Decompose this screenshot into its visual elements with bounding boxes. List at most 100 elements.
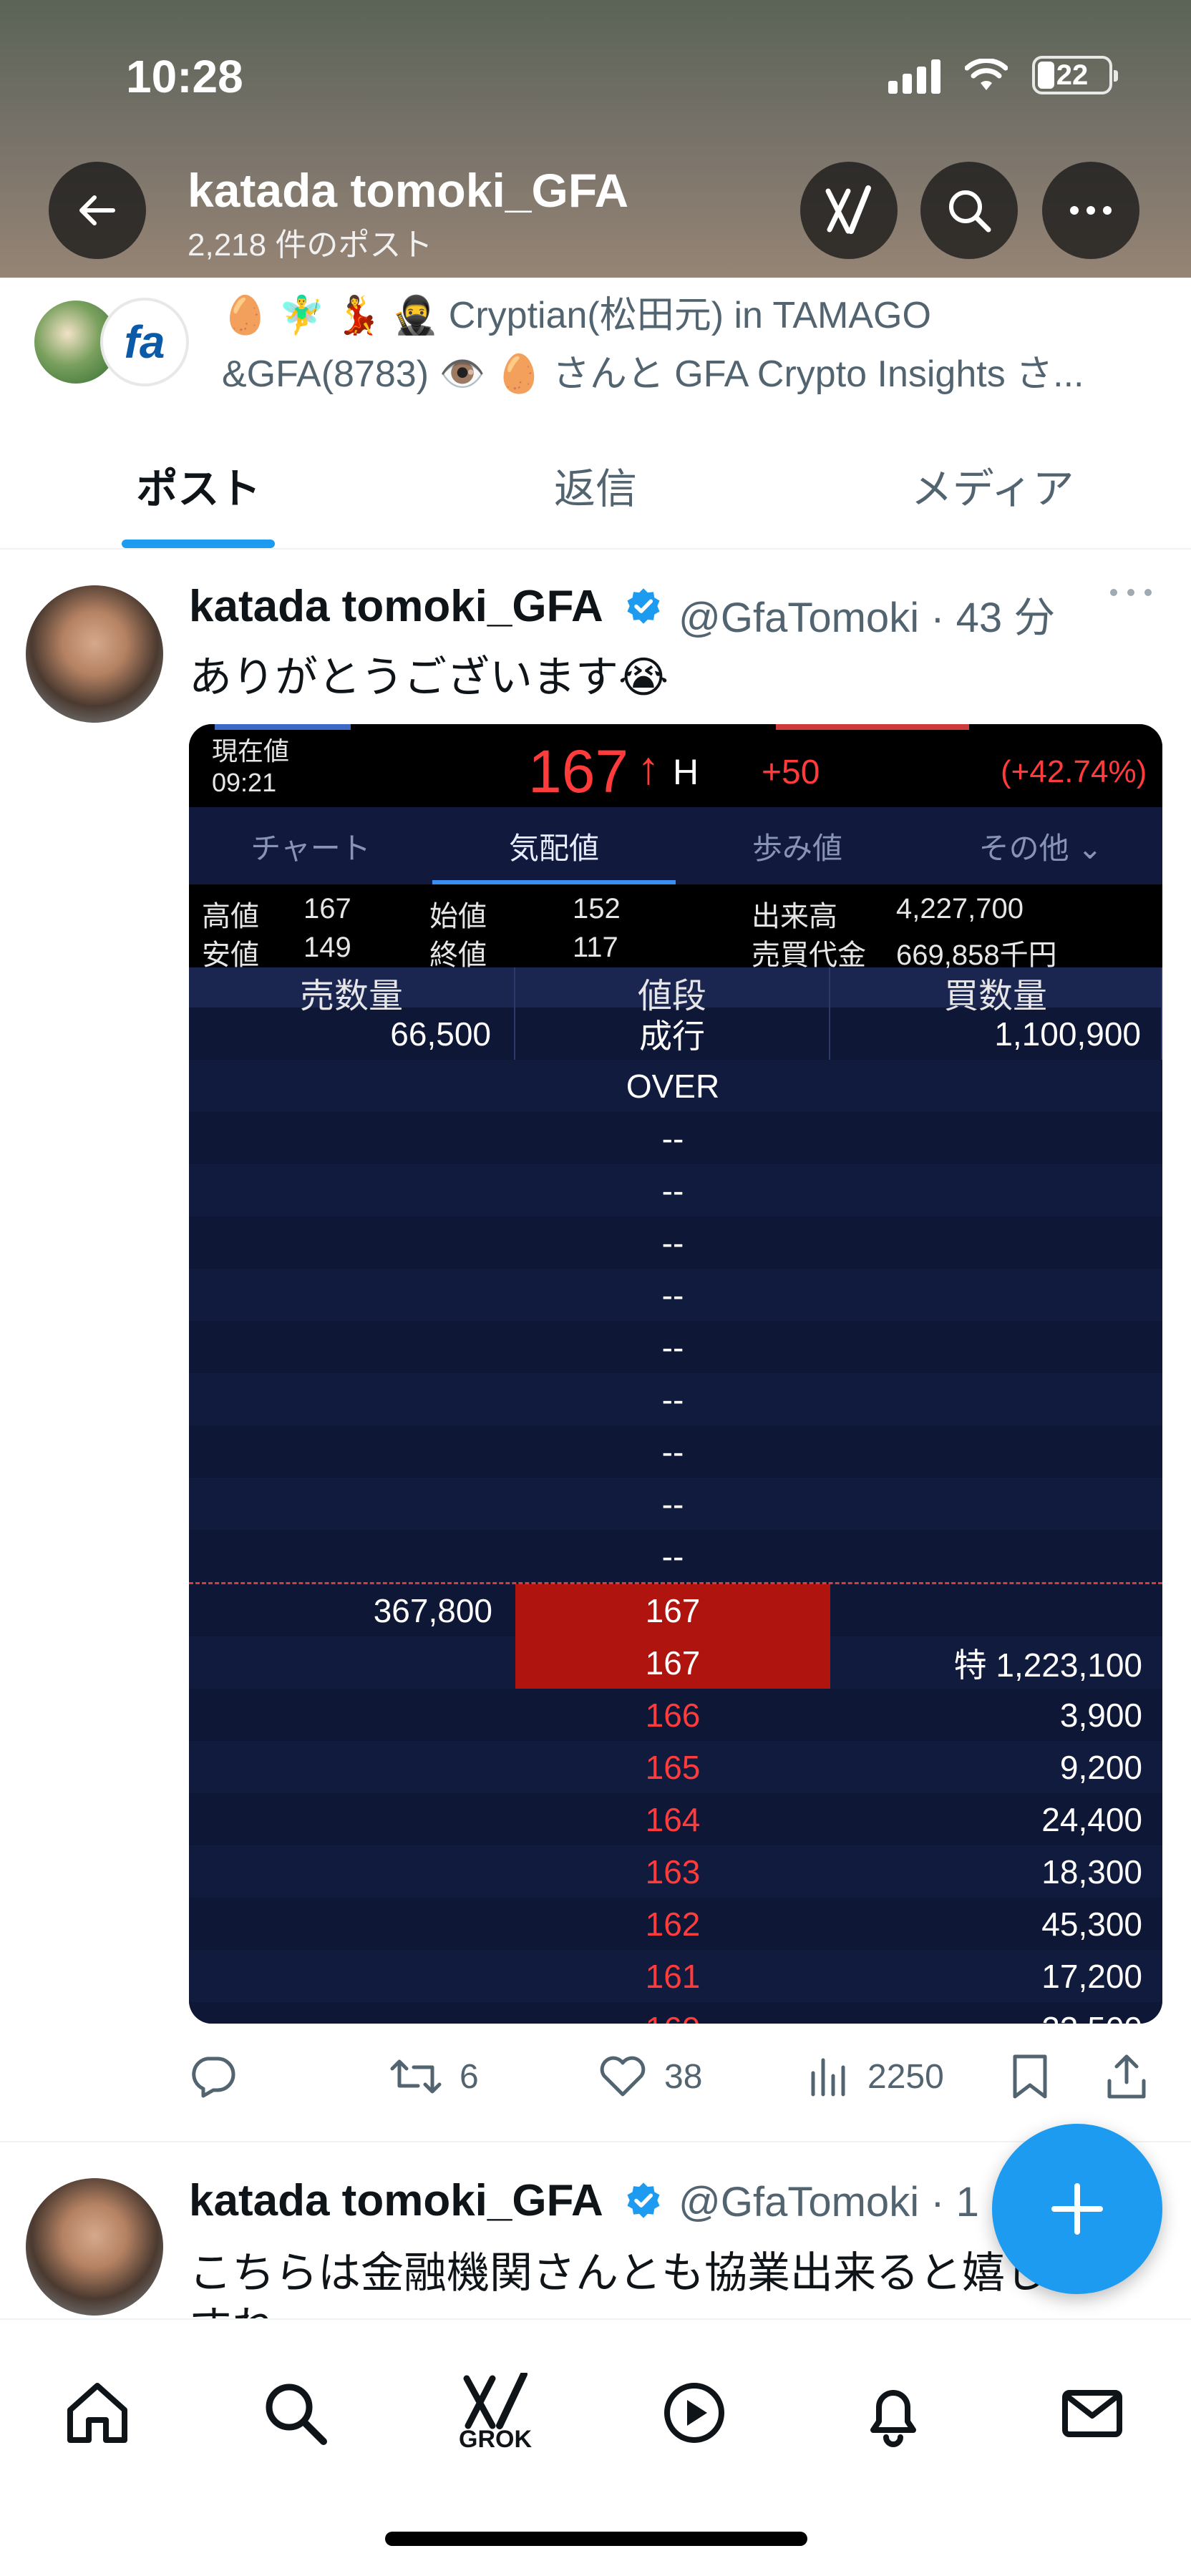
sell-qty	[189, 2002, 515, 2024]
grok-button[interactable]	[800, 162, 898, 259]
battery-level: 22	[1056, 59, 1089, 91]
order-book-row: --	[189, 1164, 1162, 1216]
tab-replies[interactable]: 返信	[397, 422, 794, 548]
buy-qty	[830, 1164, 1162, 1216]
reply-button[interactable]	[189, 2041, 236, 2112]
view-count: 2250	[867, 2057, 944, 2096]
nav-messages[interactable]	[1042, 2363, 1142, 2463]
home-icon	[67, 2383, 127, 2443]
nav-search[interactable]	[245, 2363, 345, 2463]
post-handle[interactable]: @GfaTomoki · 1	[679, 2178, 979, 2226]
tab-posts[interactable]: ポスト	[0, 422, 397, 548]
post-author[interactable]: katada tomoki_GFA	[189, 581, 669, 632]
video-icon	[664, 2383, 724, 2443]
order-book-rows: 66,500 成行 1,100,900 OVER -- -- -- -- -- -- -- -- -- 3…	[189, 1008, 1162, 2024]
order-book-row: --	[189, 1373, 1162, 1425]
sell-qty	[189, 1373, 515, 1425]
post-avatar[interactable]	[26, 2178, 163, 2316]
price-level: 167	[515, 1636, 830, 1689]
views-button[interactable]: 2250	[807, 2041, 944, 2112]
order-book-row: --	[189, 1269, 1162, 1321]
quote-tab-chart: チャート	[251, 831, 371, 865]
repost-button[interactable]: 6	[389, 2041, 479, 2112]
post-image-order-book[interactable]: 現在値 09:21 167 ↑ H +50 (+42.74%) チャート 気配値…	[189, 724, 1162, 2024]
verified-badge-icon	[627, 588, 660, 624]
post-text-line2: すね	[189, 2293, 275, 2318]
price-level: --	[661, 1224, 684, 1262]
buy-qty	[830, 1584, 1162, 1636]
like-button[interactable]: 38	[598, 2041, 702, 2112]
quote-tab-board: 気配値	[432, 807, 676, 884]
order-book-row: --	[189, 1216, 1162, 1269]
home-indicator	[385, 2532, 807, 2546]
sell-qty	[189, 1164, 515, 1216]
price-level: --	[661, 1380, 684, 1418]
tab-media[interactable]: メディア	[794, 422, 1191, 548]
buy-qty: 3,900	[1059, 1696, 1142, 1734]
price-level: 163	[645, 1853, 701, 1890]
nav-home[interactable]	[47, 2363, 147, 2463]
plus-icon	[1051, 2183, 1103, 2235]
sell-qty	[189, 1425, 515, 1478]
buy-qty: 17,200	[1041, 1957, 1142, 1995]
buy-qty: 9,200	[1059, 1748, 1142, 1786]
bookmark-button[interactable]	[1011, 2041, 1049, 2112]
reply-icon	[192, 2057, 235, 2098]
buy-qty	[830, 1321, 1162, 1373]
bookmark-icon	[1013, 2054, 1047, 2099]
price-level: --	[661, 1537, 684, 1575]
price-level: 161	[645, 1957, 701, 1995]
nav-video[interactable]	[644, 2363, 744, 2463]
price-level: 165	[645, 1748, 701, 1786]
order-book-row: 163 18,300	[189, 1845, 1162, 1898]
post-more-button[interactable]	[1108, 585, 1154, 603]
price-level: --	[661, 1433, 684, 1470]
sell-qty	[189, 1321, 515, 1373]
buy-qty	[830, 1112, 1162, 1164]
price-level: 160	[515, 2002, 830, 2024]
post-time: · 43 分	[930, 595, 1056, 641]
repost-count: 6	[460, 2057, 479, 2096]
sell-qty	[189, 1060, 515, 1112]
nav-grok[interactable]: GROK	[445, 2363, 545, 2463]
order-book-row: 66,500 成行 1,100,900	[189, 1008, 1162, 1060]
verified-badge-icon	[627, 2182, 660, 2218]
sell-qty	[189, 1530, 515, 1582]
sell-qty: 66,500	[189, 1008, 515, 1060]
buy-qty: 特 1,223,100	[953, 1646, 1142, 1684]
buy-qty	[830, 1425, 1162, 1478]
post-divider	[0, 2141, 1191, 2142]
price-level: --	[661, 1119, 684, 1157]
buy-qty	[830, 1530, 1162, 1582]
buy-qty: 24,400	[1041, 1800, 1142, 1838]
grok-icon	[825, 185, 871, 234]
price-level: --	[661, 1171, 684, 1209]
more-button[interactable]	[1042, 162, 1139, 259]
price-level: --	[661, 1485, 684, 1523]
buy-qty	[830, 1373, 1162, 1425]
sell-qty	[189, 1112, 515, 1164]
nav-notifications[interactable]	[843, 2363, 943, 2463]
quote-tab-ticks: 歩み値	[752, 831, 842, 865]
price-level: 162	[645, 1905, 701, 1943]
followers-text: 🥚 🧚‍♂️ 💃 🥷 Cryptian(松田元) in TAMAGO &GFA(…	[222, 295, 1084, 395]
followers-you-know[interactable]: fa 🥚 🧚‍♂️ 💃 🥷 Cryptian(松田元) in TAMAGO &G…	[0, 278, 1191, 399]
price-level: 166	[645, 1696, 701, 1734]
sell-qty	[189, 1898, 515, 1950]
buy-qty: 45,300	[1041, 1905, 1142, 1943]
search-icon	[266, 2384, 327, 2445]
sell-qty	[189, 1269, 515, 1321]
share-button[interactable]	[1105, 2041, 1148, 2112]
sell-qty	[189, 1216, 515, 1269]
messages-icon	[1062, 2390, 1122, 2437]
compose-button[interactable]	[992, 2124, 1162, 2294]
back-button[interactable]	[49, 162, 146, 259]
order-book-row: 164 24,400	[189, 1793, 1162, 1845]
price-level: 167	[515, 1584, 830, 1636]
post-author[interactable]: katada tomoki_GFA	[189, 2175, 669, 2226]
order-book-row: 367,800 167	[189, 1584, 1162, 1636]
quote-tab-other: その他 ⌄	[978, 831, 1103, 865]
post-handle[interactable]: @GfaTomoki · 43 分	[679, 584, 1055, 644]
search-button[interactable]	[920, 162, 1018, 259]
post-avatar[interactable]	[26, 585, 163, 723]
